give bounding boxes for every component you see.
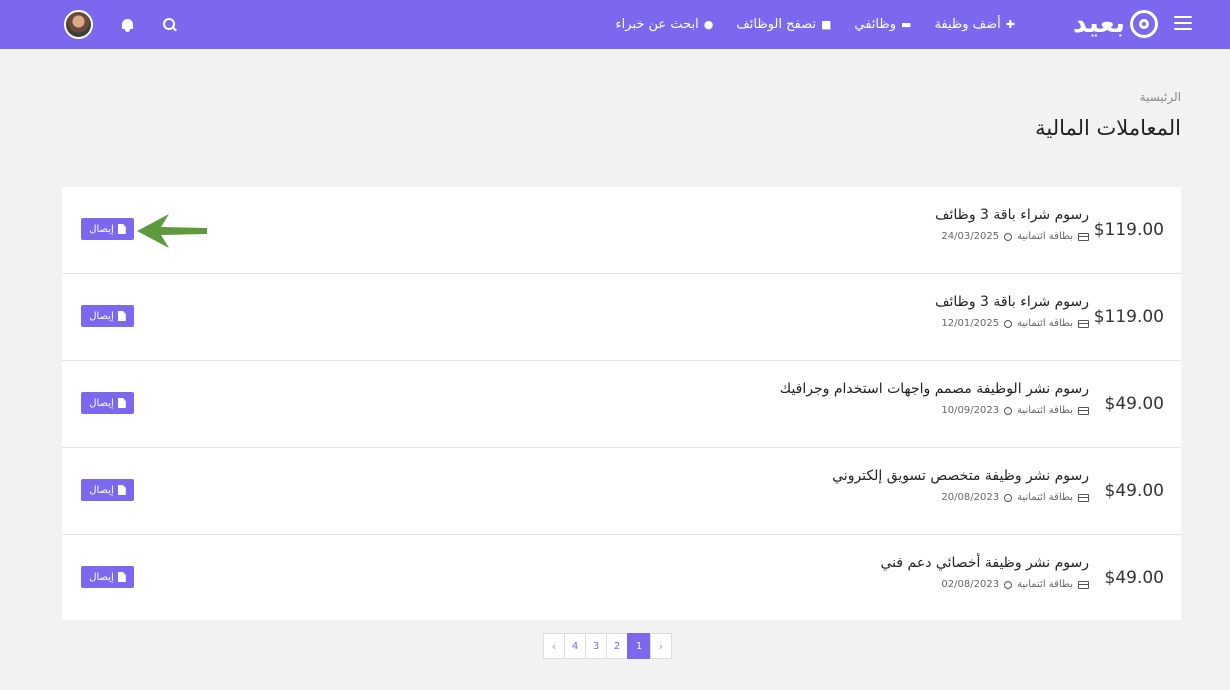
transaction-details: رسوم شراء باقة 3 وظائف بطاقة ائتمانية 24… (935, 207, 1089, 242)
transaction-meta: بطاقة ائتمانية 24/03/2025 (935, 231, 1089, 242)
breadcrumb[interactable]: الرئيسية (1140, 90, 1181, 104)
transaction-meta: بطاقة ائتمانية 02/08/2023 (881, 579, 1089, 590)
nav-find-experts[interactable]: ● ابحث عن خبراء (616, 17, 714, 32)
nav-my-jobs[interactable]: ▬ وظائفي (854, 17, 911, 32)
bell-icon[interactable] (121, 18, 134, 32)
transaction-amount: $49.00 (1104, 394, 1164, 414)
main-nav: ✚ أضف وظيفة ▬ وظائفي ■ تصفح الوظائف ● اب… (616, 0, 1015, 49)
transaction-row: $119.00 رسوم شراء باقة 3 وظائف بطاقة ائت… (62, 274, 1181, 361)
transaction-date: 12/01/2025 (941, 318, 1000, 329)
file-icon (117, 311, 126, 321)
transaction-title: رسوم نشر وظيفة متخصص تسويق إلكتروني (832, 468, 1089, 484)
annotation-arrow-icon (137, 214, 207, 248)
pagination-prev[interactable]: ‹ (543, 633, 565, 659)
transaction-row: $119.00 رسوم شراء باقة 3 وظائف بطاقة ائت… (62, 187, 1181, 274)
credit-card-icon (1078, 493, 1089, 502)
clock-icon (1004, 493, 1013, 502)
plus-icon: ✚ (1005, 18, 1015, 31)
folder-icon: ▬ (901, 18, 912, 31)
payment-method: بطاقة ائتمانية (1017, 231, 1073, 242)
payment-method: بطاقة ائتمانية (1017, 579, 1073, 590)
clock-icon (1004, 406, 1013, 415)
receipt-label: إيصال (89, 397, 114, 409)
credit-card-icon (1078, 406, 1089, 415)
file-icon (117, 572, 126, 582)
credit-card-icon (1078, 232, 1089, 241)
menu-icon[interactable] (1174, 16, 1192, 30)
transaction-amount: $119.00 (1093, 307, 1164, 327)
receipt-button[interactable]: إيصال (81, 305, 134, 327)
transaction-row: $49.00 رسوم نشر وظيفة أخصائي دعم فني بطا… (62, 535, 1181, 622)
transaction-meta: بطاقة ائتمانية 20/08/2023 (832, 492, 1089, 503)
transaction-title: رسوم شراء باقة 3 وظائف (935, 207, 1089, 223)
file-icon (117, 224, 126, 234)
brand-logo[interactable]: بعيد (1073, 8, 1158, 40)
nav-browse-jobs[interactable]: ■ تصفح الوظائف (736, 17, 831, 32)
transaction-meta: بطاقة ائتمانية 12/01/2025 (935, 318, 1089, 329)
brand-name: بعيد (1073, 8, 1125, 39)
transaction-date: 24/03/2025 (941, 231, 1000, 242)
transaction-row: $49.00 رسوم نشر الوظيفة مصمم واجهات استخ… (62, 361, 1181, 448)
receipt-label: إيصال (89, 484, 114, 496)
transactions-list: $119.00 رسوم شراء باقة 3 وظائف بطاقة ائت… (62, 187, 1181, 620)
transaction-date: 20/08/2023 (941, 492, 1000, 503)
briefcase-icon: ■ (821, 18, 832, 31)
transaction-row: $49.00 رسوم نشر وظيفة متخصص تسويق إلكترو… (62, 448, 1181, 535)
clock-icon (1004, 580, 1013, 589)
page-link-4[interactable]: 4 (564, 633, 586, 659)
page-link-2[interactable]: 2 (606, 633, 628, 659)
transaction-amount: $119.00 (1093, 220, 1164, 240)
clock-icon (1004, 232, 1013, 241)
payment-method: بطاقة ائتمانية (1017, 405, 1073, 416)
top-navbar: بعيد ✚ أضف وظيفة ▬ وظائفي ■ تصفح الوظائف… (0, 0, 1230, 49)
receipt-label: إيصال (89, 571, 114, 583)
transaction-details: رسوم نشر الوظيفة مصمم واجهات استخدام وجر… (780, 381, 1089, 416)
receipt-button[interactable]: إيصال (81, 479, 134, 501)
receipt-label: إيصال (89, 223, 114, 235)
receipt-label: إيصال (89, 310, 114, 322)
pagination-next[interactable]: › (650, 633, 672, 659)
transaction-meta: بطاقة ائتمانية 10/09/2023 (780, 405, 1089, 416)
page-title: المعاملات المالية (1035, 116, 1181, 140)
transaction-title: رسوم نشر الوظيفة مصمم واجهات استخدام وجر… (779, 381, 1089, 397)
transaction-details: رسوم نشر وظيفة أخصائي دعم فني بطاقة ائتم… (881, 555, 1089, 590)
receipt-button[interactable]: إيصال (81, 566, 134, 588)
users-icon: ● (703, 18, 714, 31)
search-icon[interactable] (163, 17, 177, 32)
payment-method: بطاقة ائتمانية (1017, 318, 1073, 329)
page-link-1[interactable]: 1 (627, 633, 651, 659)
transaction-details: رسوم نشر وظيفة متخصص تسويق إلكتروني بطاق… (832, 468, 1089, 503)
page-link-3[interactable]: 3 (585, 633, 607, 659)
nav-add-job[interactable]: ✚ أضف وظيفة (934, 17, 1015, 32)
payment-method: بطاقة ائتمانية (1017, 492, 1073, 503)
credit-card-icon (1078, 580, 1089, 589)
nav-add-job-label: أضف وظيفة (934, 17, 1001, 32)
transaction-title: رسوم شراء باقة 3 وظائف (935, 294, 1089, 310)
logo-mark-icon (1130, 10, 1158, 38)
receipt-button[interactable]: إيصال (81, 392, 134, 414)
nav-browse-jobs-label: تصفح الوظائف (736, 17, 816, 32)
file-icon (117, 398, 126, 408)
file-icon (117, 485, 126, 495)
nav-find-experts-label: ابحث عن خبراء (615, 17, 699, 32)
receipt-button[interactable]: إيصال (81, 218, 134, 240)
pagination: ‹ 4 3 2 1 › (543, 633, 672, 659)
transaction-details: رسوم شراء باقة 3 وظائف بطاقة ائتمانية 12… (935, 294, 1089, 329)
credit-card-icon (1078, 319, 1089, 328)
transaction-amount: $49.00 (1104, 481, 1164, 501)
clock-icon (1004, 319, 1013, 328)
nav-my-jobs-label: وظائفي (854, 17, 897, 32)
transaction-date: 10/09/2023 (941, 405, 1000, 416)
transaction-amount: $49.00 (1104, 568, 1164, 588)
header-tools (64, 9, 177, 40)
user-avatar[interactable] (64, 10, 93, 39)
transaction-date: 02/08/2023 (941, 579, 1000, 590)
transaction-title: رسوم نشر وظيفة أخصائي دعم فني (880, 555, 1089, 571)
